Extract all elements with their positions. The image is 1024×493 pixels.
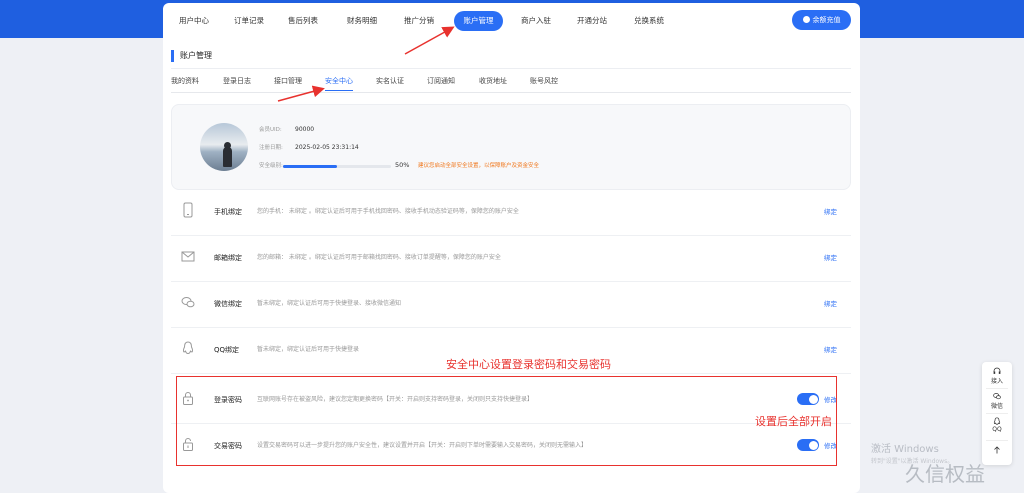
wechat-icon [993, 393, 1001, 400]
windows-activation-title: 激活 Windows [871, 444, 939, 455]
headset-icon [993, 367, 1001, 374]
brand-watermark: 久信权益 [905, 462, 985, 486]
sidebar-label: 微信 [990, 403, 1003, 410]
sidebar-label: QQ [992, 426, 1002, 433]
arrow-to-security-tab [277, 85, 325, 102]
annotation-side-text: 设置后全部开启 [755, 415, 832, 428]
sidebar-item-access[interactable]: 接入 [982, 367, 1012, 385]
floating-sidebar: 接入 微信 QQ [982, 362, 1012, 465]
sidebar-item-wechat[interactable]: 微信 [982, 392, 1012, 410]
arrow-to-account-tab [404, 26, 455, 55]
sidebar-item-qq[interactable]: QQ [982, 417, 1012, 433]
annotation-main-text: 安全中心设置登录密码和交易密码 [446, 358, 611, 371]
sidebar-label: 接入 [990, 378, 1003, 385]
qq-icon [993, 417, 1001, 425]
back-to-top-button[interactable] [982, 446, 1012, 455]
arrow-up-icon [994, 446, 1000, 454]
annotation-box [176, 376, 837, 466]
